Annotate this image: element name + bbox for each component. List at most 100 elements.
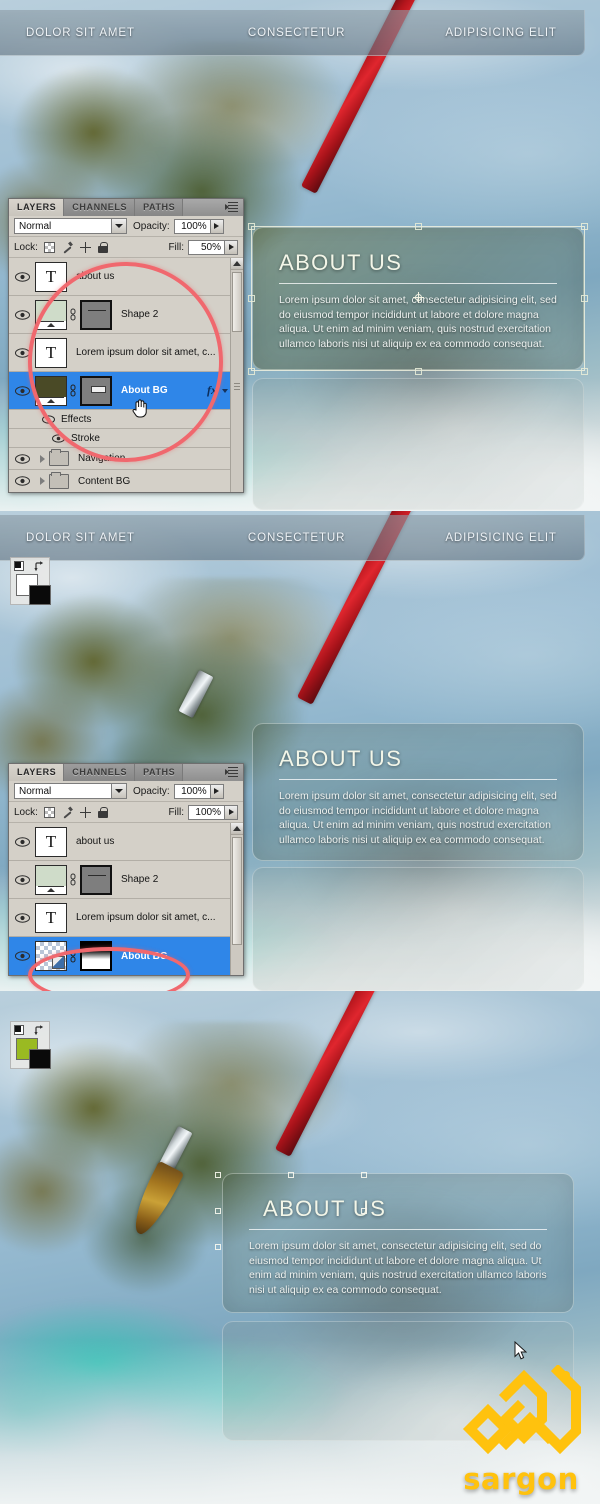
layer-thumbnail[interactable] <box>35 941 67 971</box>
chevron-down-icon-2[interactable] <box>111 784 126 798</box>
fill-spinner-2[interactable] <box>225 804 238 820</box>
opacity-value-1[interactable]: 100% <box>173 218 211 234</box>
color-swatches-2[interactable] <box>10 557 51 605</box>
lock-position-icon-2[interactable] <box>79 806 91 818</box>
layer-thumbnail[interactable]: T <box>35 261 67 292</box>
nav-item-1[interactable]: CONSECTETUR <box>248 532 345 544</box>
layer-group-navigation-1[interactable]: Navigation <box>9 448 243 470</box>
transform-handle-tl[interactable] <box>248 223 255 230</box>
nav-item-2[interactable]: ADIPISICING ELIT <box>445 532 557 544</box>
lock-all-icon-1[interactable] <box>97 241 108 253</box>
layer-thumbnail[interactable]: T <box>35 337 67 368</box>
nav-item-0[interactable]: DOLOR SIT AMET <box>26 532 135 544</box>
lock-all-icon-2[interactable] <box>97 806 108 818</box>
eye-icon[interactable] <box>9 309 35 320</box>
fill-value-2[interactable]: 100% <box>188 804 225 820</box>
background-color-swatch-3[interactable] <box>29 1049 51 1069</box>
lock-image-icon-1[interactable] <box>62 242 73 253</box>
vector-mask-thumbnail[interactable] <box>80 864 112 895</box>
eye-icon[interactable] <box>9 951 35 961</box>
layer-row-shape-2-2[interactable]: Shape 2 <box>9 861 243 899</box>
scroll-up-icon-1[interactable] <box>231 258 243 270</box>
eye-icon[interactable] <box>9 912 35 923</box>
layer-thumbnail[interactable]: T <box>35 826 67 857</box>
blend-mode-select-2[interactable]: Normal <box>14 783 127 799</box>
path-anchor-1[interactable] <box>288 1172 294 1178</box>
eye-icon[interactable] <box>9 476 35 486</box>
tab-channels-1[interactable]: CHANNELS <box>64 199 136 216</box>
path-anchor-3[interactable] <box>215 1208 221 1214</box>
effects-disclosure-icon[interactable] <box>222 388 228 393</box>
lock-transparency-icon-1[interactable] <box>43 241 55 253</box>
sublayer-stroke-1[interactable]: Stroke <box>9 429 243 448</box>
vector-mask-thumbnail[interactable] <box>80 375 112 406</box>
scrollbar-grip-1[interactable] <box>234 383 240 392</box>
transform-handle-br[interactable] <box>581 368 588 375</box>
layer-row-shape-2-1[interactable]: Shape 2 <box>9 296 243 334</box>
layers-panel-1[interactable]: LAYERS CHANNELS PATHS Normal Opacity: 10… <box>8 198 244 493</box>
path-anchor-2[interactable] <box>361 1172 367 1178</box>
opacity-spinner-2[interactable] <box>210 783 224 799</box>
path-anchor-5[interactable] <box>215 1244 221 1250</box>
layer-row-about-us-2[interactable]: T about us <box>9 823 243 861</box>
link-icon[interactable] <box>67 873 78 886</box>
transform-handle-tr[interactable] <box>581 223 588 230</box>
color-swatches-3[interactable] <box>10 1021 51 1069</box>
panel-scrollbar-1[interactable] <box>230 258 243 492</box>
eye-icon[interactable] <box>9 836 35 847</box>
swap-colors-icon[interactable] <box>34 1024 46 1036</box>
nav-item-1[interactable]: CONSECTETUR <box>248 27 345 39</box>
tab-layers-2[interactable]: LAYERS <box>9 764 65 781</box>
scrollbar-thumb-2[interactable] <box>232 837 242 945</box>
lock-position-icon-1[interactable] <box>79 241 91 253</box>
fill-spinner-1[interactable] <box>225 239 238 255</box>
tab-layers-1[interactable]: LAYERS <box>9 199 65 216</box>
layer-thumbnail[interactable] <box>35 299 67 330</box>
default-colors-icon[interactable] <box>14 1025 24 1035</box>
layer-row-about-us-1[interactable]: T about us <box>9 258 243 296</box>
panel-scrollbar-2[interactable] <box>230 823 243 975</box>
vector-mask-thumbnail[interactable] <box>80 299 112 330</box>
layer-row-about-bg-1[interactable]: About BG fx <box>9 372 243 410</box>
link-icon[interactable] <box>67 384 78 397</box>
fill-value-1[interactable]: 50% <box>188 239 225 255</box>
opacity-value-2[interactable]: 100% <box>173 783 211 799</box>
path-anchor-0[interactable] <box>215 1172 221 1178</box>
eye-icon[interactable] <box>9 874 35 885</box>
sublayer-effects-1[interactable]: Effects <box>9 410 243 429</box>
lock-transparency-icon-2[interactable] <box>43 806 55 818</box>
scroll-up-icon-2[interactable] <box>231 823 243 835</box>
tab-paths-2[interactable]: PATHS <box>135 764 184 781</box>
tab-channels-2[interactable]: CHANNELS <box>64 764 136 781</box>
panel-menu-icon-2[interactable] <box>225 767 239 778</box>
layer-group-content-bg-1[interactable]: Content BG <box>9 470 243 492</box>
layer-mask-thumbnail[interactable] <box>80 941 112 971</box>
layer-row-lorem-1[interactable]: T Lorem ipsum dolor sit amet, c... <box>9 334 243 372</box>
eye-icon[interactable] <box>35 414 61 424</box>
nav-item-2[interactable]: ADIPISICING ELIT <box>445 27 557 39</box>
layer-thumbnail[interactable] <box>35 375 67 406</box>
link-icon[interactable] <box>67 308 78 321</box>
nav-item-0[interactable]: DOLOR SIT AMET <box>26 27 135 39</box>
swap-colors-icon[interactable] <box>34 560 46 572</box>
path-anchor-4[interactable] <box>361 1208 367 1214</box>
eye-icon[interactable] <box>45 433 71 443</box>
transform-handle-bl[interactable] <box>248 368 255 375</box>
transform-handle-mr[interactable] <box>581 295 588 302</box>
group-disclosure-icon[interactable] <box>35 454 49 463</box>
chevron-down-icon-1[interactable] <box>111 219 126 233</box>
layer-thumbnail[interactable] <box>35 864 67 895</box>
lock-image-icon-2[interactable] <box>62 807 73 818</box>
transform-handle-tm[interactable] <box>415 223 422 230</box>
transform-handle-ml[interactable] <box>248 295 255 302</box>
background-color-swatch-2[interactable] <box>29 585 51 605</box>
link-icon[interactable] <box>67 950 78 963</box>
blend-mode-select-1[interactable]: Normal <box>14 218 127 234</box>
eye-icon[interactable] <box>9 385 35 396</box>
eye-icon[interactable] <box>9 347 35 358</box>
layer-row-about-bg-2[interactable]: About BG <box>9 937 243 975</box>
eye-icon[interactable] <box>9 453 35 464</box>
group-disclosure-icon[interactable] <box>35 477 49 485</box>
tab-paths-1[interactable]: PATHS <box>135 199 184 216</box>
layer-effects-icon[interactable]: fx <box>207 383 217 398</box>
